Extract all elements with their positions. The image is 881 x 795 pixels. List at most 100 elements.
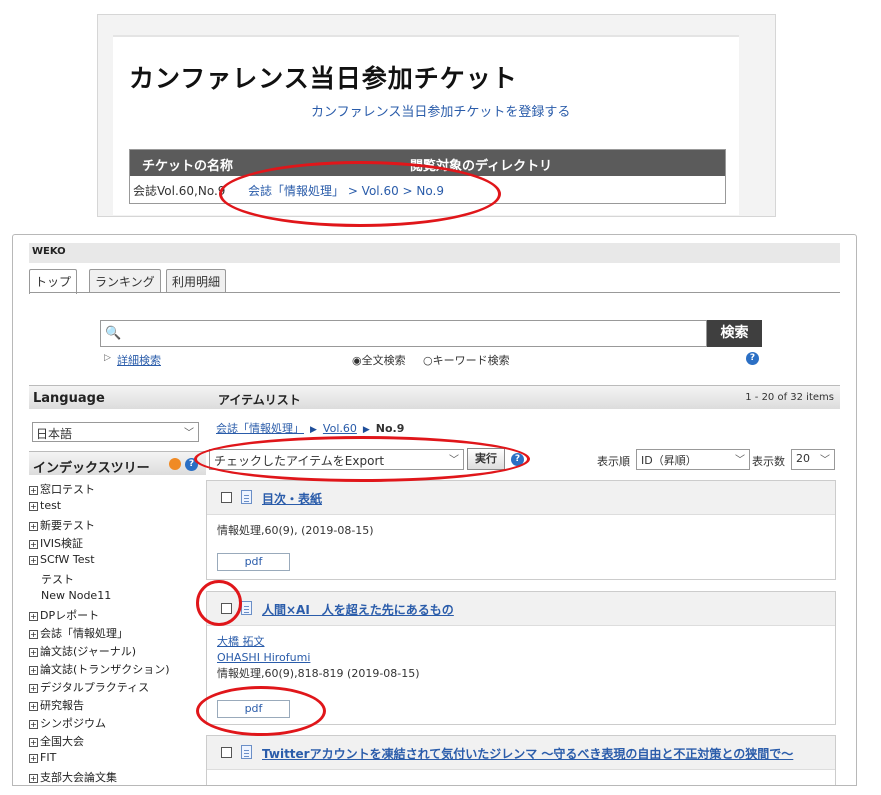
tree-item[interactable]: + 研究報告	[29, 697, 206, 715]
language-select[interactable]: 日本語 ﹀	[32, 422, 199, 442]
tab-ranking[interactable]: ランキング	[89, 269, 161, 293]
tree-item-label: テスト	[41, 573, 74, 586]
pdf-button[interactable]: pdf	[217, 553, 290, 571]
search-button[interactable]: 検索	[707, 320, 762, 347]
tree-item-label: New Node11	[41, 589, 112, 602]
tree-item-label: SCfW Test	[40, 553, 95, 566]
item-meta: 情報処理,60(9), (2019-08-15)	[217, 523, 374, 539]
radio-fulltext-search[interactable]: ◉全文検索	[352, 352, 406, 368]
ticket-table: チケットの名称 閲覧対象のディレクトリ 会誌Vol.60,No.9 会誌「情報処…	[129, 149, 726, 204]
sort-select[interactable]: ID（昇順） ﹀	[636, 449, 750, 470]
rss-icon[interactable]	[169, 458, 181, 470]
register-ticket-link[interactable]: カンファレンス当日参加チケットを登録する	[311, 101, 570, 120]
tree-item[interactable]: + test	[29, 499, 206, 517]
tree-item[interactable]: + SCfW Test	[29, 553, 206, 571]
tree-item[interactable]: + 支部大会論文集	[29, 769, 206, 785]
breadcrumb-volume[interactable]: Vol.60	[323, 422, 357, 435]
export-select[interactable]: チェックしたアイテムをExport ﹀	[209, 449, 464, 470]
expand-plus-icon[interactable]: +	[29, 737, 38, 747]
tab-top[interactable]: トップ	[29, 269, 78, 294]
itemlist-count: 1 - 20 of 32 items	[745, 392, 834, 403]
item-header: 人間×AI 人を超えた先にあるもの	[207, 592, 835, 626]
tree-item-label: DPレポート	[40, 609, 100, 622]
expand-plus-icon[interactable]: +	[29, 539, 38, 549]
item-checkbox[interactable]	[221, 492, 232, 503]
tab-usage[interactable]: 利用明細	[166, 269, 227, 293]
expand-plus-icon[interactable]: +	[29, 611, 38, 621]
tree-item-label: FIT	[40, 751, 57, 764]
weko-panel: WEKO トップ ランキング 利用明細 🔍 検索 ▷ 詳細検索 ◉全文検索 ○キ…	[12, 234, 857, 786]
tree-item-label: 支部大会論文集	[40, 771, 117, 784]
tree-item[interactable]: + 窓口テスト	[29, 481, 206, 499]
tree-item[interactable]: + 論文誌(トランザクション)	[29, 661, 206, 679]
expand-plus-icon[interactable]: +	[29, 665, 38, 675]
pdf-button[interactable]: pdf	[217, 700, 290, 718]
item-citation: 情報処理,60(9),818-819 (2019-08-15)	[217, 667, 420, 680]
expand-plus-icon[interactable]: +	[29, 773, 38, 783]
itemlist-header: アイテムリスト 1 - 20 of 32 items	[206, 385, 840, 409]
tree-item-label: 窓口テスト	[40, 483, 95, 496]
tree-item[interactable]: テスト	[29, 571, 206, 589]
expand-plus-icon[interactable]: +	[29, 485, 38, 495]
expand-plus-icon[interactable]: +	[29, 629, 38, 639]
expand-plus-icon[interactable]: +	[29, 555, 38, 565]
tree-item[interactable]: + DPレポート	[29, 607, 206, 625]
export-help-icon[interactable]: ?	[511, 453, 524, 466]
author-ja-link[interactable]: 大橋 拓文	[217, 635, 265, 648]
binoculars-icon: 🔍	[105, 326, 122, 341]
tree-item-label: IVIS検証	[40, 537, 83, 550]
tree-item-label: test	[40, 499, 62, 512]
item-title-link[interactable]: 人間×AI 人を超えた先にあるもの	[262, 601, 454, 618]
expand-plus-icon[interactable]: +	[29, 521, 38, 531]
document-icon	[241, 490, 252, 504]
item-checkbox[interactable]	[221, 747, 232, 758]
tree-item[interactable]: New Node11	[29, 589, 206, 607]
expand-plus-icon[interactable]: +	[29, 647, 38, 657]
tree-item-label: 論文誌(ジャーナル)	[40, 645, 137, 658]
document-icon	[241, 601, 252, 615]
ticket-row-directory-link[interactable]: 会誌「情報処理」 > Vol.60 > No.9	[248, 182, 444, 199]
list-item: Twitterアカウントを凍結されて気付いたジレンマ ～守るべき表現の自由と不正…	[206, 735, 836, 785]
author-en-link[interactable]: OHASHI Hirofumi	[217, 651, 310, 664]
list-item: 人間×AI 人を超えた先にあるもの 大橋 拓文 OHASHI Hirofumi …	[206, 591, 836, 725]
document-icon	[241, 745, 252, 759]
tree-item[interactable]: + 新要テスト	[29, 517, 206, 535]
expand-plus-icon[interactable]: +	[29, 701, 38, 711]
search-input[interactable]: 🔍	[100, 320, 707, 347]
expand-plus-icon[interactable]: +	[29, 501, 38, 511]
ticket-panel: カンファレンス当日参加チケット カンファレンス当日参加チケットを登録する チケッ…	[97, 14, 776, 217]
expand-plus-icon[interactable]: +	[29, 683, 38, 693]
tree-item[interactable]: + IVIS検証	[29, 535, 206, 553]
item-title-link[interactable]: Twitterアカウントを凍結されて気付いたジレンマ ～守るべき表現の自由と不正…	[262, 745, 793, 762]
expand-plus-icon[interactable]: +	[29, 753, 38, 763]
expand-plus-icon[interactable]: +	[29, 719, 38, 729]
tree-item[interactable]: + シンポジウム	[29, 715, 206, 733]
tree-item-label: 論文誌(トランザクション)	[40, 663, 170, 676]
tree-item-label: デジタルプラクティス	[40, 681, 150, 694]
tree-item-label: 研究報告	[40, 699, 84, 712]
tree-item[interactable]: + 全国大会	[29, 733, 206, 751]
breadcrumb-journal[interactable]: 会誌「情報処理」	[216, 422, 304, 435]
count-select[interactable]: 20 ﹀	[791, 449, 835, 470]
sort-label: 表示順	[597, 455, 630, 468]
run-button[interactable]: 実行	[467, 448, 505, 470]
index-tree-title: インデックスツリー	[33, 461, 150, 476]
item-checkbox[interactable]	[221, 603, 232, 614]
tree-item[interactable]: + 論文誌(ジャーナル)	[29, 643, 206, 661]
tree-item[interactable]: + 会誌「情報処理」	[29, 625, 206, 643]
tree-item[interactable]: + デジタルプラクティス	[29, 679, 206, 697]
radio-keyword-search[interactable]: ○キーワード検索	[423, 352, 510, 368]
chevron-down-icon: ﹀	[449, 455, 459, 466]
ticket-row: 会誌Vol.60,No.9 会誌「情報処理」 > Vol.60 > No.9	[130, 176, 725, 203]
help-icon[interactable]: ?	[746, 352, 759, 365]
language-select-value: 日本語	[36, 427, 73, 441]
col-target-directory: 閲覧対象のディレクトリ	[410, 159, 553, 174]
weko-title-bar: WEKO	[29, 243, 840, 263]
item-meta: 大橋 拓文 OHASHI Hirofumi 情報処理,60(9),818-819…	[217, 634, 420, 682]
tree-item[interactable]: + FIT	[29, 751, 206, 769]
ticket-section: カンファレンス当日参加チケット カンファレンス当日参加チケットを登録する チケッ…	[113, 35, 739, 215]
item-title-link[interactable]: 目次・表紙	[262, 490, 322, 507]
index-help-icon[interactable]: ?	[185, 458, 198, 471]
advanced-search-link[interactable]: 詳細検索	[117, 352, 161, 368]
index-tree: + 窓口テスト + test + 新要テスト + IVIS検証 + SCfW Test テスト New…	[29, 481, 206, 785]
